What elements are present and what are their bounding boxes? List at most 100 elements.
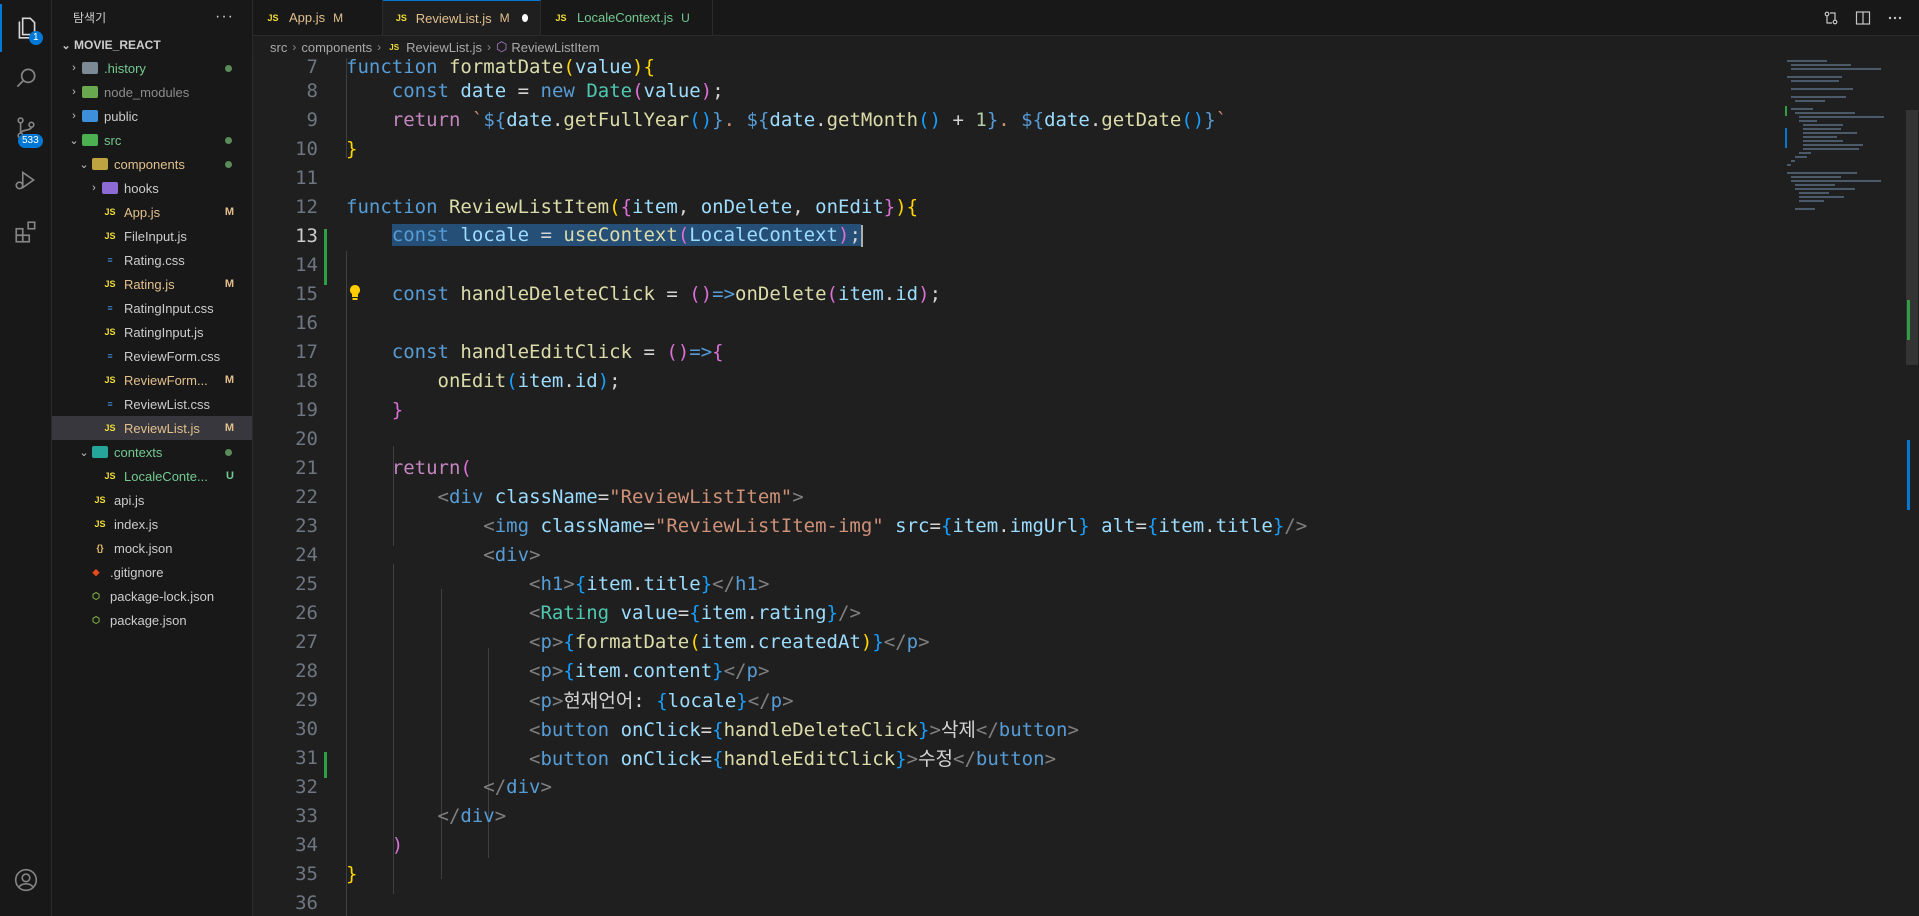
- code-line: }: [346, 862, 358, 885]
- tree-item-src[interactable]: ⌄ src: [52, 128, 252, 152]
- search-icon[interactable]: [0, 54, 51, 102]
- scrollbar-change-marker: [1907, 300, 1910, 340]
- code-line: onEdit(item.id);: [437, 369, 621, 392]
- code-line: const handleEditClick = ()=>{: [391, 340, 724, 363]
- explorer-icon[interactable]: 1: [0, 4, 51, 52]
- extensions-icon[interactable]: [0, 208, 51, 256]
- explorer-title: 탐색기: [73, 10, 107, 25]
- tree-item-mock-json[interactable]: {} mock.json: [52, 536, 252, 560]
- more-actions-icon[interactable]: [1887, 10, 1903, 26]
- tree-item-app-js[interactable]: JS App.js M: [52, 200, 252, 224]
- css-file-icon: ≡: [107, 303, 113, 313]
- source-control-icon[interactable]: 533: [0, 104, 51, 152]
- unsaved-dot-icon[interactable]: [521, 14, 528, 22]
- code-line: return(: [391, 456, 472, 479]
- css-file-icon: ≡: [107, 255, 113, 265]
- tree-item-index-js[interactable]: JS index.js: [52, 512, 252, 536]
- css-file-icon: ≡: [107, 351, 113, 361]
- chevron-down-icon: ⌄: [79, 158, 89, 171]
- editor-actions: [1823, 0, 1903, 35]
- tree-item-ratinginput-css[interactable]: ≡ RatingInput.css: [52, 296, 252, 320]
- tree-item-reviewform-css[interactable]: ≡ ReviewForm.css: [52, 344, 252, 368]
- code-line-selected: const locale = useContext(LocaleContext)…: [391, 224, 863, 247]
- javascript-file-icon: JS: [104, 327, 116, 337]
- compare-changes-icon[interactable]: [1823, 10, 1839, 26]
- tree-item-hooks[interactable]: › hooks: [52, 176, 252, 200]
- javascript-file-icon: JS: [94, 519, 106, 529]
- json-file-icon: {}: [96, 543, 104, 553]
- javascript-file-icon: JS: [104, 471, 116, 481]
- tree-item-localecontext-js[interactable]: JS LocaleConte... U: [52, 464, 252, 488]
- folder-icon: [102, 182, 118, 194]
- breadcrumb-item[interactable]: ReviewListItem: [511, 40, 599, 55]
- run-debug-icon[interactable]: [0, 156, 51, 204]
- javascript-file-icon: JS: [104, 423, 116, 433]
- scrollbar-selection-marker: [1907, 440, 1910, 510]
- tree-item-components[interactable]: ⌄ components: [52, 152, 252, 176]
- code-editor[interactable]: 7 8 9 10 11 12 13 14 15 16 17 18 19 20 2…: [253, 58, 1919, 916]
- tab-reviewlist-js[interactable]: JS ReviewList.js M: [383, 0, 541, 35]
- explorer-header: 탐색기 ···: [52, 0, 252, 34]
- javascript-file-icon: JS: [104, 279, 116, 289]
- tree-item-reviewform-js[interactable]: JS ReviewForm... M: [52, 368, 252, 392]
- minimap[interactable]: [1785, 58, 1905, 238]
- folder-icon: [82, 86, 98, 98]
- javascript-file-icon: JS: [94, 495, 106, 505]
- javascript-file-icon: JS: [104, 231, 116, 241]
- account-icon[interactable]: [0, 856, 51, 904]
- tree-item-rating-css[interactable]: ≡ Rating.css: [52, 248, 252, 272]
- jsx-text: 삭제: [940, 719, 976, 741]
- project-name: MOVIE_REACT: [74, 38, 161, 52]
- code-line: return `${date.getFullYear()}. ${date.ge…: [391, 108, 1228, 131]
- file-tree: › .history › node_modules › public ⌄ src…: [52, 56, 252, 632]
- folder-icon: [92, 158, 108, 170]
- javascript-file-icon: JS: [104, 375, 116, 385]
- jsx-text: 현재언어:: [563, 690, 657, 712]
- split-editor-icon[interactable]: [1855, 10, 1871, 26]
- chevron-right-icon: ›: [92, 182, 96, 194]
- breadcrumb-item[interactable]: components: [301, 40, 372, 55]
- tree-item-node-modules[interactable]: › node_modules: [52, 80, 252, 104]
- chevron-right-icon: ›: [72, 62, 76, 74]
- project-header[interactable]: ⌄ MOVIE_REACT: [52, 34, 252, 56]
- tree-item-contexts[interactable]: ⌄ contexts: [52, 440, 252, 464]
- tree-item-reviewlist-css[interactable]: ≡ ReviewList.css: [52, 392, 252, 416]
- tree-item-api-js[interactable]: JS api.js: [52, 488, 252, 512]
- status-dot: [225, 160, 232, 168]
- line-number: 36: [295, 891, 318, 914]
- chevron-right-icon: ›: [487, 40, 492, 54]
- tree-item-package-json[interactable]: ⬡ package.json: [52, 608, 252, 632]
- code-line: </div>: [483, 775, 552, 798]
- tab-localecontext-js[interactable]: JS LocaleContext.js U: [541, 0, 713, 35]
- code-line: ): [391, 833, 404, 856]
- tree-item-history[interactable]: › .history: [52, 56, 252, 80]
- explorer-badge: 1: [29, 31, 43, 45]
- tree-item-gitignore[interactable]: ◆ .gitignore: [52, 560, 252, 584]
- javascript-file-icon: JS: [395, 13, 407, 23]
- chevron-right-icon: ›: [292, 40, 297, 54]
- tree-item-public[interactable]: › public: [52, 104, 252, 128]
- code-line: <div>: [483, 543, 541, 566]
- status-dot: [225, 448, 232, 456]
- activity-bar: 1 533: [0, 0, 52, 916]
- symbol-method-icon: ⬡: [496, 39, 508, 54]
- code-line: }: [346, 137, 358, 160]
- code-line: <h1>{item.title}</h1>: [529, 572, 770, 595]
- tree-item-package-lock-json[interactable]: ⬡ package-lock.json: [52, 584, 252, 608]
- breadcrumb-item[interactable]: src: [270, 40, 287, 55]
- status-dot: [225, 136, 232, 144]
- tab-bar: JS App.js M JS ReviewList.js M JS Locale…: [253, 0, 1919, 36]
- code-line: <Rating value={item.rating}/>: [529, 601, 861, 624]
- folder-icon: [92, 446, 108, 458]
- code-line: <button onClick={handleEditClick}>수정</bu…: [529, 748, 1057, 770]
- code-line: </div>: [437, 804, 507, 827]
- more-actions-button[interactable]: ···: [215, 8, 234, 26]
- tree-item-reviewlist-js[interactable]: JS ReviewList.js M: [52, 416, 252, 440]
- tree-item-ratinginput-js[interactable]: JS RatingInput.js: [52, 320, 252, 344]
- breadcrumb-item[interactable]: ReviewList.js: [406, 40, 482, 55]
- tree-item-fileinput-js[interactable]: JS FileInput.js: [52, 224, 252, 248]
- css-file-icon: ≡: [107, 399, 113, 409]
- line-number: 16: [295, 311, 318, 334]
- tree-item-rating-js[interactable]: JS Rating.js M: [52, 272, 252, 296]
- tab-app-js[interactable]: JS App.js M: [253, 0, 383, 35]
